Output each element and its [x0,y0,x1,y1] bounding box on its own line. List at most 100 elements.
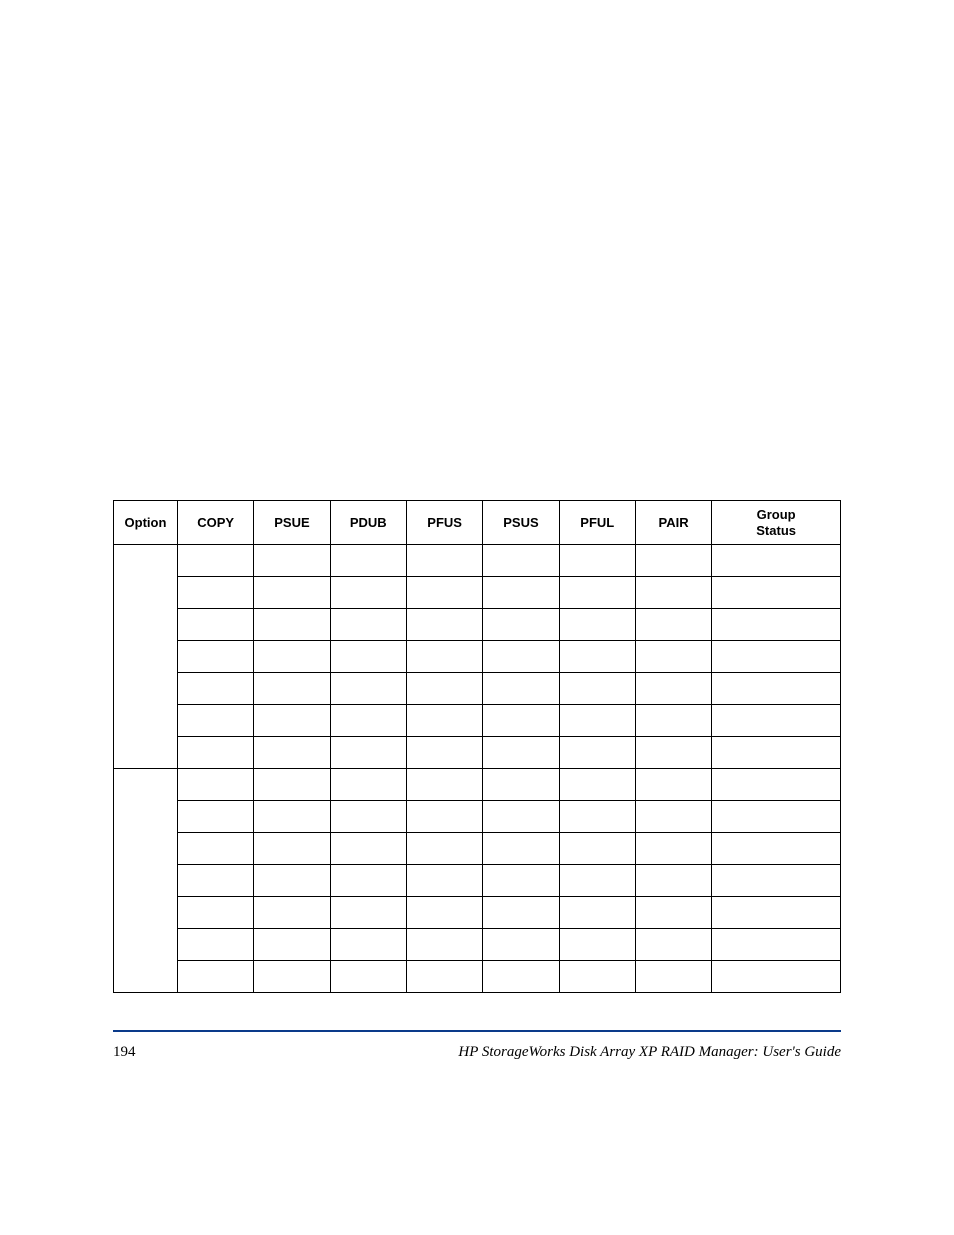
cell [406,897,482,929]
cell [635,961,711,993]
cell [559,961,635,993]
cell [254,833,330,865]
cell [330,673,406,705]
cell [254,641,330,673]
cell [406,705,482,737]
header-group-status-line2: Status [756,523,796,538]
cell [712,769,841,801]
cell [254,865,330,897]
page-number: 194 [113,1044,136,1061]
table-row [114,737,841,769]
cell [559,545,635,577]
cell [406,545,482,577]
table-row [114,641,841,673]
table-row [114,961,841,993]
cell [559,769,635,801]
cell [483,833,559,865]
table-row [114,673,841,705]
cell [330,609,406,641]
table-row [114,705,841,737]
cell [483,929,559,961]
cell [712,705,841,737]
cell [177,705,253,737]
cell [635,673,711,705]
header-group-status-line1: Group [757,507,796,522]
table-row [114,801,841,833]
footer-rule [113,1030,841,1032]
cell [406,577,482,609]
header-copy: COPY [177,501,253,545]
cell [559,641,635,673]
header-pair: PAIR [635,501,711,545]
cell [330,737,406,769]
cell [254,705,330,737]
cell [254,545,330,577]
cell [406,641,482,673]
cell [177,929,253,961]
cell [559,609,635,641]
header-pdub: PDUB [330,501,406,545]
cell [330,801,406,833]
cell [712,545,841,577]
cell [177,961,253,993]
cell [330,641,406,673]
cell [406,833,482,865]
cell [330,545,406,577]
cell [483,801,559,833]
cell [483,897,559,929]
cell [177,897,253,929]
cell [177,673,253,705]
cell [635,769,711,801]
cell [712,801,841,833]
cell [712,577,841,609]
cell [177,641,253,673]
cell [254,801,330,833]
cell [559,705,635,737]
cell [559,833,635,865]
cell [483,577,559,609]
cell [177,801,253,833]
header-pful: PFUL [559,501,635,545]
cell [406,865,482,897]
cell [483,641,559,673]
cell [559,577,635,609]
cell [254,737,330,769]
cell-option [114,769,178,993]
cell [483,865,559,897]
table-header-row: Option COPY PSUE PDUB PFUS PSUS PFUL PAI… [114,501,841,545]
table-row [114,545,841,577]
table-row [114,609,841,641]
content-area: Option COPY PSUE PDUB PFUS PSUS PFUL PAI… [113,500,841,993]
cell [254,929,330,961]
cell [254,769,330,801]
cell [635,929,711,961]
cell [330,897,406,929]
cell [483,769,559,801]
table-row [114,833,841,865]
cell [406,609,482,641]
cell [635,737,711,769]
cell [635,577,711,609]
cell [254,577,330,609]
cell [712,929,841,961]
cell [712,865,841,897]
header-psue: PSUE [254,501,330,545]
table-row [114,865,841,897]
cell-option [114,545,178,769]
header-psus: PSUS [483,501,559,545]
cell [483,545,559,577]
cell [712,609,841,641]
cell [406,737,482,769]
cell [177,609,253,641]
header-pfus: PFUS [406,501,482,545]
cell [559,801,635,833]
cell [635,897,711,929]
table-row [114,929,841,961]
status-table: Option COPY PSUE PDUB PFUS PSUS PFUL PAI… [113,500,841,993]
cell [712,897,841,929]
cell [559,673,635,705]
doc-title: HP StorageWorks Disk Array XP RAID Manag… [458,1044,841,1061]
cell [559,929,635,961]
cell [177,545,253,577]
cell [177,769,253,801]
